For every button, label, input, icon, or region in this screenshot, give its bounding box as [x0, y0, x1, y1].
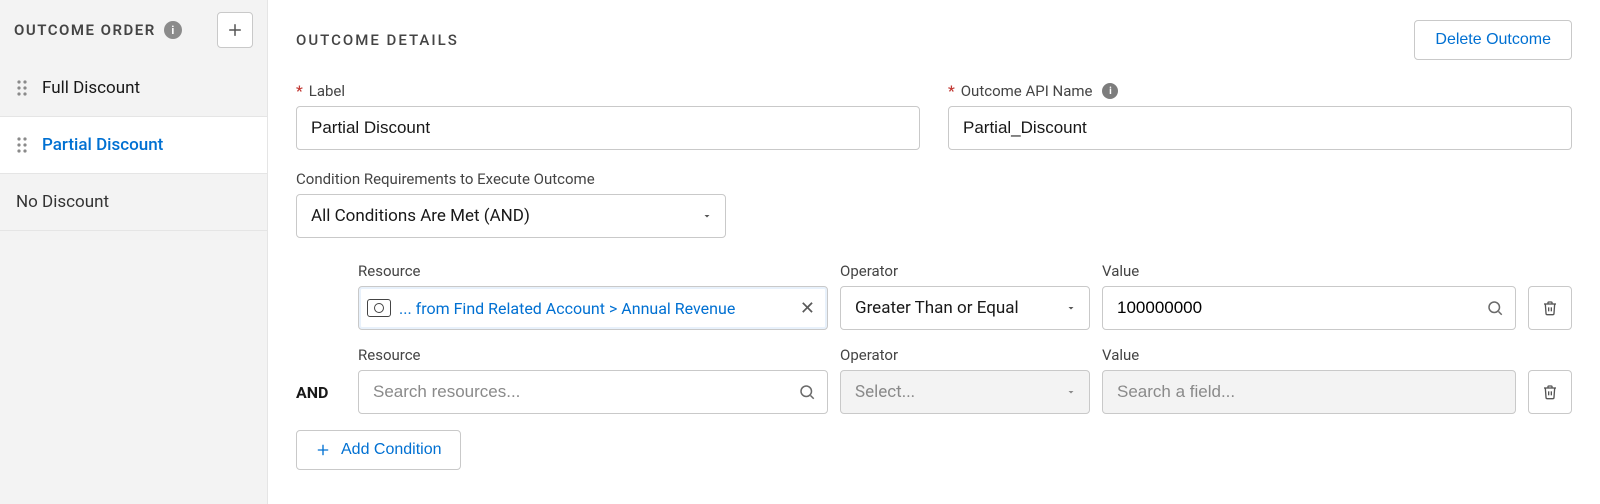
delete-outcome-button[interactable]: Delete Outcome [1414, 20, 1572, 60]
value-input[interactable] [1102, 370, 1516, 414]
resource-input[interactable]: ... from Find Related Account > Annual R… [358, 286, 828, 330]
operator-header: Operator [840, 262, 1090, 280]
operator-header: Operator [840, 346, 1090, 364]
required-asterisk: * [948, 82, 955, 100]
panel-title: OUTCOME DETAILS [296, 31, 459, 49]
info-icon[interactable]: i [1102, 83, 1118, 99]
drag-handle-icon[interactable] [16, 136, 28, 154]
info-icon[interactable]: i [164, 21, 182, 39]
value-header: Value [1102, 262, 1516, 280]
condition-row: AND Resource Operator Select... [296, 346, 1572, 414]
chevron-down-icon [701, 210, 713, 222]
condition-requirements-select[interactable]: All Conditions Are Met (AND) [296, 194, 726, 238]
operator-select[interactable]: Select... [840, 370, 1090, 414]
search-icon[interactable] [798, 383, 816, 401]
delete-condition-button[interactable] [1528, 370, 1572, 414]
outcome-order-sidebar: OUTCOME ORDER i Full Discount Partial Di… [0, 0, 268, 504]
sidebar-item-no-discount[interactable]: No Discount [0, 174, 267, 231]
sidebar-header: OUTCOME ORDER i [0, 0, 267, 60]
and-label: AND [296, 370, 346, 414]
value-header: Value [1102, 346, 1516, 364]
resource-header: Resource [358, 346, 828, 364]
value-input[interactable] [1102, 286, 1516, 330]
required-asterisk: * [296, 82, 303, 100]
delete-condition-button[interactable] [1528, 286, 1572, 330]
resource-input[interactable] [358, 370, 828, 414]
condition-row: Resource ... from Find Related Account >… [296, 262, 1572, 330]
sidebar-item-label: Full Discount [42, 78, 140, 98]
add-outcome-button[interactable] [217, 12, 253, 48]
label-input[interactable] [296, 106, 920, 150]
add-condition-button[interactable]: Add Condition [296, 430, 461, 470]
drag-handle-icon[interactable] [16, 79, 28, 97]
sidebar-item-label: Partial Discount [42, 135, 163, 155]
currency-icon [367, 299, 391, 317]
chevron-down-icon [1065, 386, 1077, 398]
sidebar-title: OUTCOME ORDER [14, 21, 156, 39]
clear-resource-icon[interactable]: ✕ [796, 298, 819, 319]
sidebar-item-label: No Discount [16, 192, 109, 212]
search-icon[interactable] [1486, 299, 1504, 317]
sidebar-item-full-discount[interactable]: Full Discount [0, 60, 267, 117]
sidebar-item-partial-discount[interactable]: Partial Discount [0, 117, 267, 174]
chevron-down-icon [1065, 302, 1077, 314]
outcome-details-panel: OUTCOME DETAILS Delete Outcome * Label *… [268, 0, 1600, 504]
condition-requirements-label: Condition Requirements to Execute Outcom… [296, 170, 1572, 188]
operator-select[interactable]: Greater Than or Equal [840, 286, 1090, 330]
api-name-input[interactable] [948, 106, 1572, 150]
api-name-field-label: * Outcome API Name i [948, 82, 1572, 100]
resource-header: Resource [358, 262, 828, 280]
resource-pill-text: ... from Find Related Account > Annual R… [399, 299, 788, 318]
label-field-label: * Label [296, 82, 920, 100]
